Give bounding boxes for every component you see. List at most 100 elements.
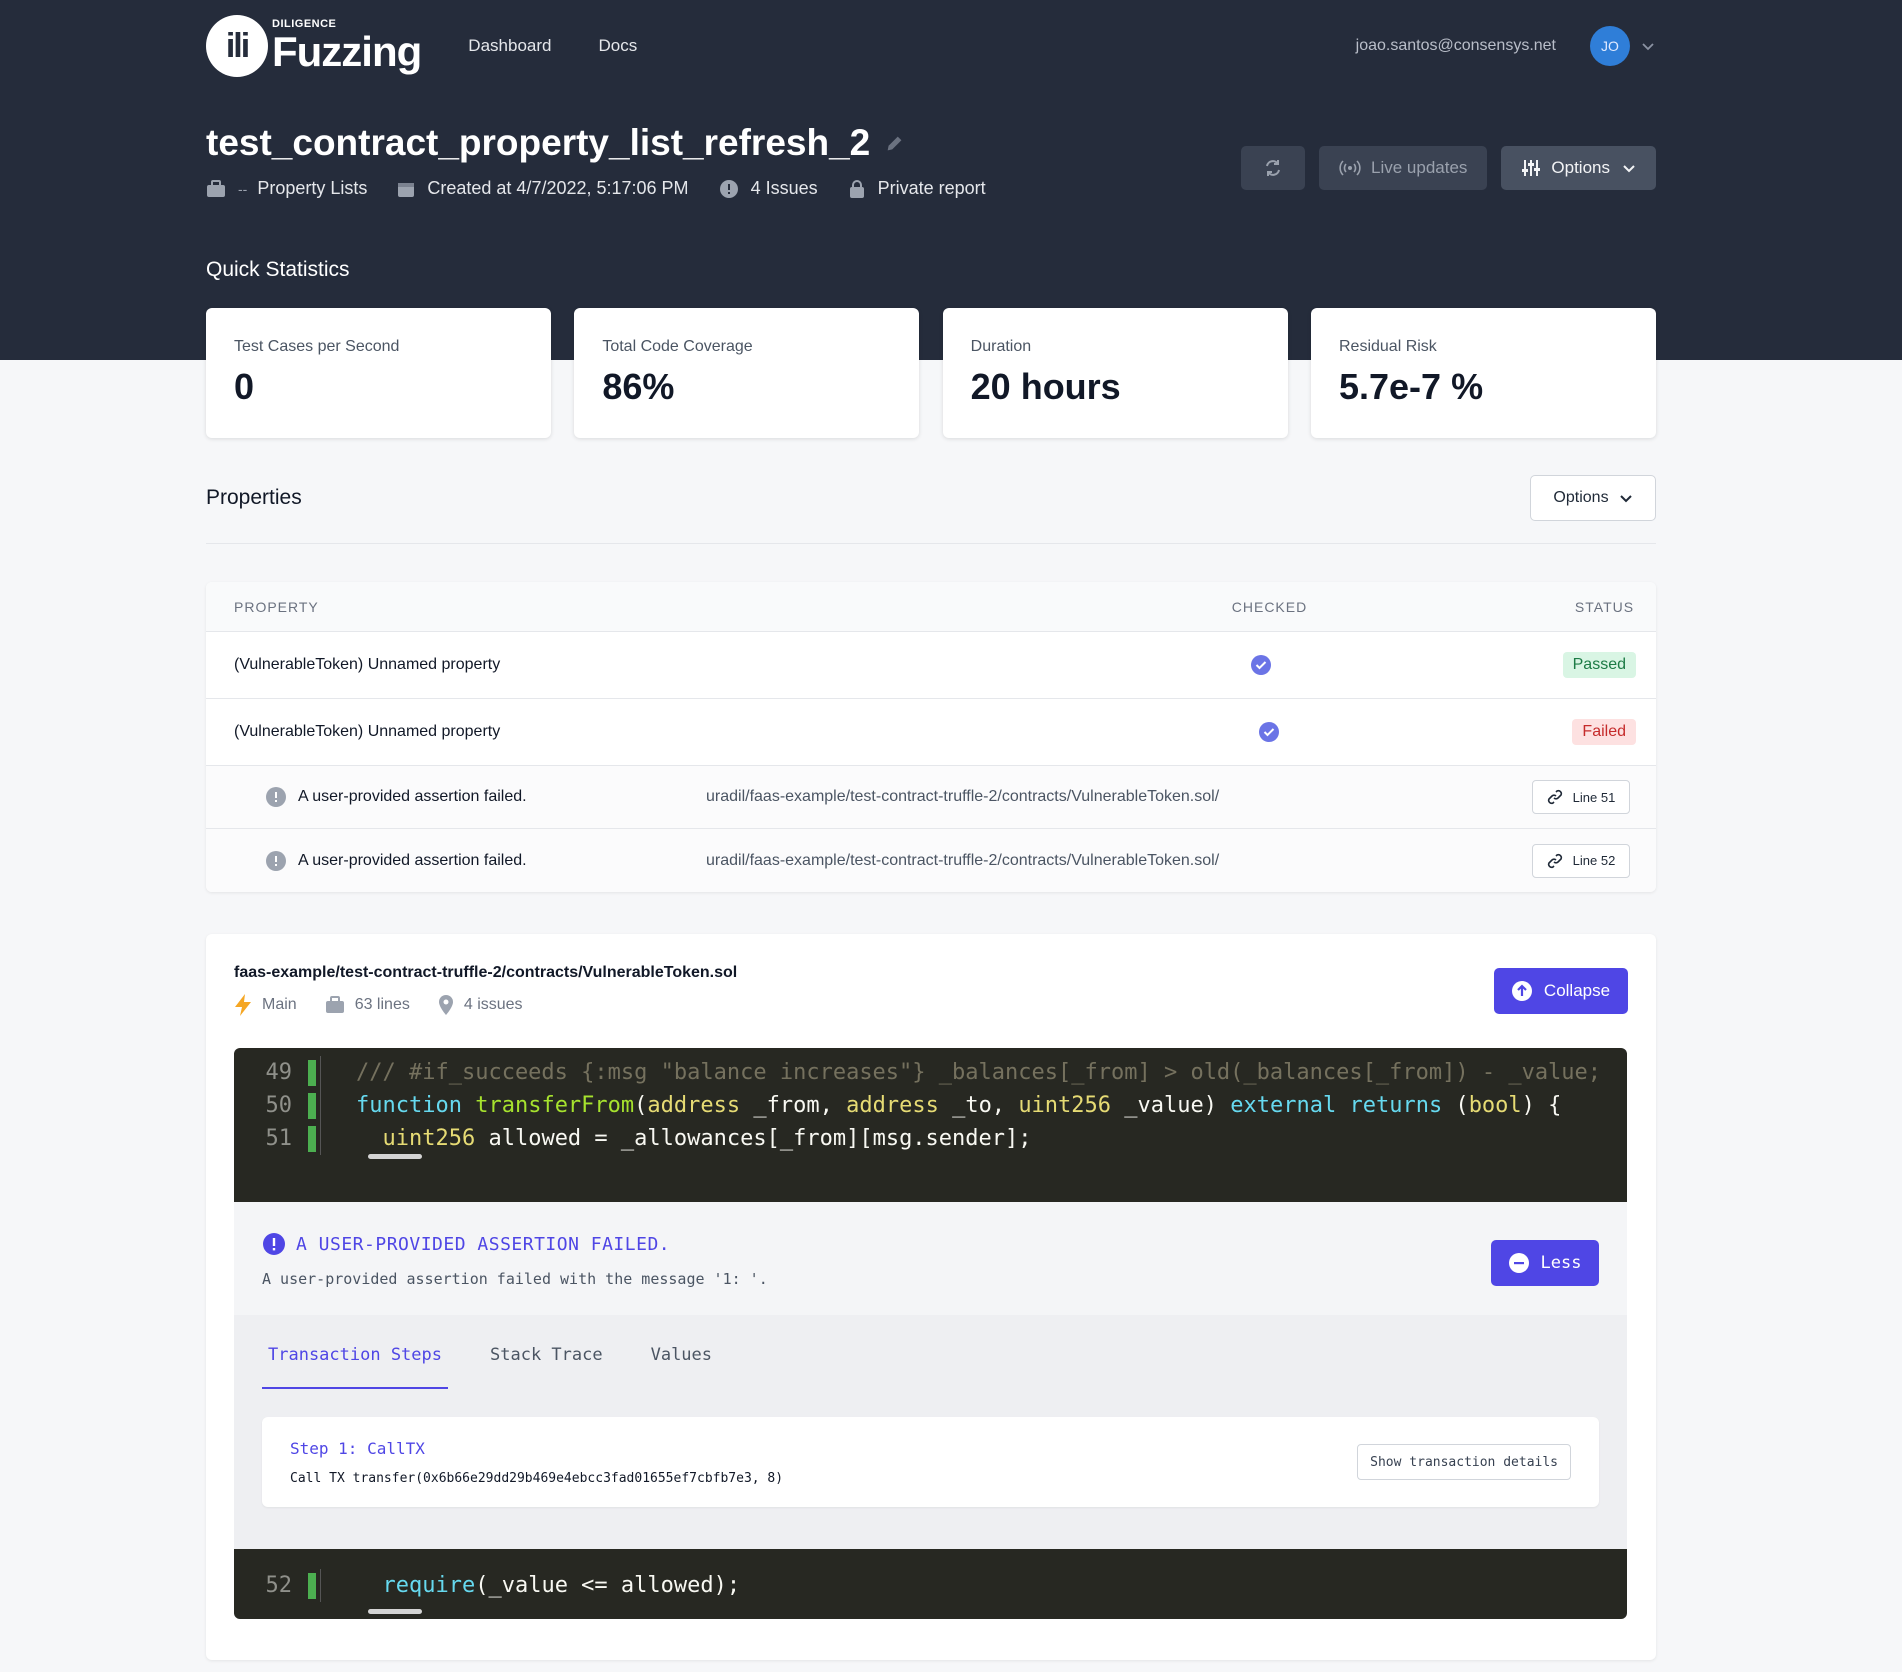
coverage-marker — [308, 1572, 316, 1599]
lock-icon — [849, 179, 864, 198]
gutter-divider — [320, 1089, 321, 1122]
coverage-marker — [308, 1125, 316, 1152]
quick-statistics: Test Cases per Second 0 Total Code Cover… — [206, 308, 1656, 438]
issue-tabs: Transaction Steps Stack Trace Values — [262, 1345, 754, 1389]
meta-privacy: Private report — [848, 178, 986, 199]
stat-label: Duration — [970, 338, 1032, 355]
briefcase-icon — [325, 996, 344, 1013]
column-header-status[interactable]: STATUS — [1573, 599, 1656, 615]
code-block: 52 require(_value <= allowed); — [234, 1549, 1627, 1619]
property-name: (VulnerableToken) Unnamed property — [234, 656, 501, 673]
logo-mark: ili — [206, 15, 268, 77]
table-row[interactable]: (VulnerableToken) Unnamed property Faile… — [206, 699, 1656, 766]
tab-stack-trace[interactable]: Stack Trace — [484, 1345, 609, 1389]
issue-path: uradil/faas-example/test-contract-truffl… — [706, 851, 1220, 869]
arrow-up-circle-icon — [1511, 981, 1532, 1001]
header-options-button[interactable]: Options — [1501, 146, 1656, 190]
stat-label: Test Cases per Second — [234, 338, 400, 355]
table-row[interactable]: (VulnerableToken) Unnamed property Passe… — [206, 632, 1656, 699]
highlight-underline — [368, 1154, 422, 1159]
status-badge: Passed — [1562, 652, 1636, 678]
highlight-underline — [368, 1609, 422, 1614]
sliders-icon — [1522, 160, 1541, 176]
issue-row[interactable]: A user-provided assertion failed. uradil… — [206, 829, 1656, 892]
code-line: 49 /// #if_succeeds {:msg "balance increa… — [234, 1056, 1627, 1089]
issue-description: A user-provided assertion failed with th… — [262, 1270, 768, 1288]
collapse-button[interactable]: Collapse — [1494, 968, 1628, 1014]
step-title: Step 1: CallTX — [290, 1439, 425, 1458]
coverage-marker — [308, 1059, 316, 1086]
chevron-down-icon — [1619, 495, 1632, 503]
properties-table: PROPERTY CHECKED STATUS (VulnerableToken… — [206, 582, 1656, 892]
step-call: Call TX transfer(0x6b66e29dd29b469e4ebcc… — [290, 1471, 784, 1486]
issue-message: A user-provided assertion failed. — [298, 851, 527, 869]
column-header-property[interactable]: PROPERTY — [206, 599, 966, 615]
line-link-button[interactable]: Line 52 — [1531, 843, 1631, 878]
nav-link-dashboard[interactable]: Dashboard — [468, 36, 551, 56]
stat-value: 0 — [234, 366, 255, 407]
lightning-icon — [235, 994, 251, 1016]
status-badge: Failed — [1572, 719, 1636, 745]
transaction-step-card: Step 1: CallTX Call TX transfer(0x6b66e2… — [262, 1417, 1599, 1507]
refresh-button[interactable] — [1241, 146, 1305, 190]
code-text: function transferFrom(address _from, add… — [356, 1093, 1562, 1118]
stat-card: Duration 20 hours — [942, 308, 1288, 438]
code-line: 51 uint256 allowed = _allowances[_from][… — [234, 1122, 1627, 1155]
stat-value: 86% — [602, 366, 675, 407]
stat-card: Total Code Coverage 86% — [574, 308, 920, 438]
tab-transaction-steps[interactable]: Transaction Steps — [262, 1345, 448, 1389]
show-transaction-details-button[interactable]: Show transaction details — [1357, 1444, 1571, 1480]
live-updates-button[interactable]: Live updates — [1319, 146, 1488, 190]
tab-values[interactable]: Values — [645, 1345, 718, 1389]
alert-circle-icon — [263, 1233, 285, 1255]
map-pin-icon — [438, 995, 453, 1015]
avatar[interactable]: JO — [1590, 26, 1630, 66]
issue-message: A user-provided assertion failed. — [298, 788, 527, 805]
line-number: 51 — [265, 1126, 293, 1151]
code-line: 50 function transferFrom(address _from, a… — [234, 1089, 1627, 1122]
pencil-icon[interactable] — [884, 132, 906, 154]
divider — [206, 543, 1656, 544]
stat-value: 20 hours — [970, 366, 1121, 407]
alert-circle-icon — [266, 787, 286, 807]
minus-circle-icon — [1508, 1253, 1529, 1273]
properties-options-button[interactable]: Options — [1530, 475, 1656, 521]
chevron-down-icon — [1623, 165, 1635, 173]
column-header-checked[interactable]: CHECKED — [966, 599, 1573, 615]
meta-created: Created at 4/7/2022, 5:17:06 PM — [397, 178, 689, 199]
briefcase-icon — [207, 179, 225, 197]
properties-title: Properties — [206, 486, 302, 509]
link-icon — [1547, 853, 1562, 868]
stat-card: Residual Risk 5.7e-7 % — [1310, 308, 1656, 438]
report-header: test_contract_property_list_refresh_2 --… — [206, 122, 1656, 202]
stat-value: 5.7e-7 % — [1338, 366, 1484, 407]
check-circle-icon — [1251, 655, 1272, 675]
stat-label: Total Code Coverage — [602, 338, 753, 355]
stat-card: Test Cases per Second 0 — [206, 308, 551, 438]
nav-link-docs[interactable]: Docs — [598, 36, 637, 56]
issue-detail: A USER-PROVIDED ASSERTION FAILED. A user… — [234, 1202, 1627, 1315]
table-header: PROPERTY CHECKED STATUS — [206, 582, 1656, 632]
line-number: 50 — [265, 1093, 293, 1118]
page-title: test_contract_property_list_refresh_2 — [206, 122, 871, 163]
file-branch: Main — [262, 996, 297, 1013]
less-button[interactable]: Less — [1491, 1240, 1599, 1286]
line-number: 49 — [265, 1060, 293, 1085]
top-nav: ili DILIGENCE Fuzzing Dashboard Docs joa… — [206, 14, 1656, 78]
logo[interactable]: ili DILIGENCE Fuzzing — [206, 15, 422, 77]
line-link-button[interactable]: Line 51 — [1531, 780, 1631, 814]
property-name: (VulnerableToken) Unnamed property — [234, 723, 501, 740]
chevron-down-icon[interactable] — [1640, 38, 1656, 54]
coverage-marker — [308, 1092, 316, 1119]
issue-path: uradil/faas-example/test-contract-truffl… — [706, 788, 1220, 805]
logo-title: Fuzzing — [272, 28, 422, 75]
user-email: joao.santos@consensys.net — [1355, 37, 1556, 54]
check-circle-icon — [1259, 722, 1280, 742]
link-icon — [1547, 789, 1562, 805]
quick-statistics-label: Quick Statistics — [206, 258, 350, 281]
issue-row[interactable]: A user-provided assertion failed. uradil… — [206, 766, 1656, 829]
calendar-icon — [398, 182, 415, 197]
gutter-divider — [320, 1569, 321, 1602]
alert-circle-icon — [266, 850, 286, 871]
properties-header: Properties Options — [206, 475, 1656, 521]
